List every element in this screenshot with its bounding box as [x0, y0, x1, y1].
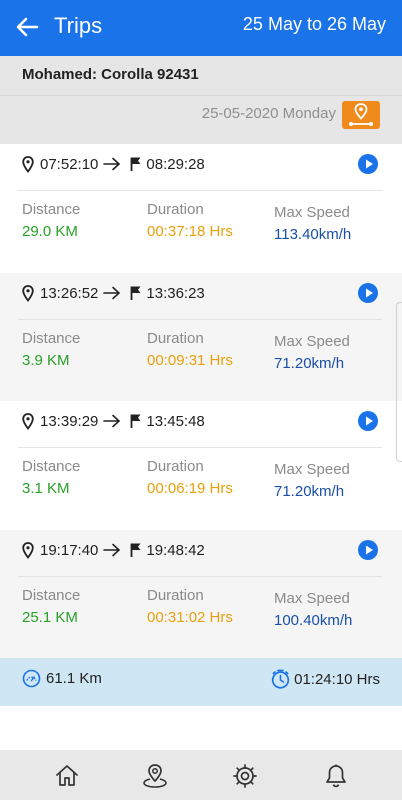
duration-stat: Duration 00:09:31 Hrs — [147, 330, 233, 369]
trip-start-time: 19:17:40 — [40, 541, 99, 559]
play-circle-icon[interactable] — [358, 540, 378, 560]
divider — [18, 319, 382, 320]
play-circle-icon[interactable] — [358, 411, 378, 431]
location-pin-icon — [22, 284, 34, 302]
arrow-right-icon — [103, 286, 121, 300]
play-circle-icon[interactable] — [358, 283, 378, 303]
play-circle-icon[interactable] — [358, 154, 378, 174]
flag-icon — [130, 157, 141, 171]
total-duration: 01:24:10 Hrs — [271, 669, 380, 689]
divider — [18, 447, 382, 448]
trip-card[interactable]: 13:39:29 13:45:48 Distance 3.1 KM Durati… — [0, 401, 402, 529]
distance-stat: Distance 25.1 KM — [22, 587, 80, 626]
trips-screen: Trips 25 May to 26 May Mohamed: Corolla … — [0, 0, 402, 800]
total-duration-value: 01:24:10 Hrs — [294, 670, 380, 688]
duration-label: Duration — [147, 330, 204, 347]
trip-times: 13:26:52 13:36:23 — [22, 283, 205, 303]
distance-label: Distance — [22, 201, 81, 218]
arrow-right-icon — [103, 157, 121, 171]
max-speed-value: 71.20km/h — [274, 483, 345, 500]
vehicle-label: Mohamed: Corolla 92431 — [22, 66, 199, 83]
distance-label: Distance — [22, 458, 81, 475]
arrow-right-icon — [103, 543, 121, 557]
day-date: 25-05-2020 Monday — [201, 105, 336, 122]
stopwatch-icon — [271, 669, 290, 689]
max-speed-value: 100.40km/h — [274, 612, 353, 629]
max-speed-value: 71.20km/h — [274, 355, 345, 372]
distance-value: 3.1 KM — [22, 480, 70, 497]
duration-stat: Duration 00:31:02 Hrs — [147, 587, 233, 626]
vehicle-bar: Mohamed: Corolla 92431 — [0, 56, 402, 96]
trip-card[interactable]: 07:52:10 08:29:28 Distance 29.0 KM Durat… — [0, 144, 402, 272]
trip-start-time: 13:39:29 — [40, 412, 99, 430]
location-pin-icon — [22, 155, 34, 173]
distance-stat: Distance 3.9 KM — [22, 330, 80, 369]
gear-icon[interactable] — [231, 762, 259, 790]
divider — [18, 576, 382, 577]
max-speed-label: Max Speed — [274, 204, 350, 221]
app-bar: Trips 25 May to 26 May — [0, 0, 402, 56]
max-speed-stat: Max Speed 100.40km/h — [274, 590, 352, 629]
page-title: Trips — [54, 13, 103, 38]
duration-label: Duration — [147, 587, 204, 604]
distance-value: 3.9 KM — [22, 352, 70, 369]
trip-times: 19:17:40 19:48:42 — [22, 540, 205, 560]
home-icon[interactable] — [53, 762, 81, 790]
total-distance-value: 61.1 Km — [46, 670, 102, 687]
distance-stat: Distance 3.1 KM — [22, 458, 80, 497]
duration-value: 00:31:02 Hrs — [147, 609, 233, 626]
trip-end-time: 08:29:28 — [146, 155, 205, 173]
location-pin-icon — [22, 412, 34, 430]
speedometer-icon — [22, 669, 41, 688]
divider — [18, 190, 382, 191]
distance-value: 25.1 KM — [22, 609, 78, 626]
trip-start-time: 07:52:10 — [40, 155, 99, 173]
distance-stat: Distance 29.0 KM — [22, 201, 80, 240]
trip-start-time: 13:26:52 — [40, 284, 99, 302]
bottom-navigation — [0, 750, 402, 800]
max-speed-label: Max Speed — [274, 590, 350, 607]
trip-card[interactable]: 19:17:40 19:48:42 Distance 25.1 KM Durat… — [0, 530, 402, 658]
trip-end-time: 13:36:23 — [146, 284, 205, 302]
scroll-edge-indicator — [396, 302, 402, 462]
flag-icon — [130, 286, 141, 300]
back-arrow-icon[interactable] — [14, 14, 40, 40]
bell-icon[interactable] — [322, 762, 350, 790]
duration-value: 00:09:31 Hrs — [147, 352, 233, 369]
map-pin-icon[interactable] — [141, 762, 169, 790]
route-icon — [349, 103, 373, 126]
distance-label: Distance — [22, 330, 81, 347]
max-speed-stat: Max Speed 113.40km/h — [274, 204, 351, 243]
distance-value: 29.0 KM — [22, 223, 78, 240]
trip-end-time: 13:45:48 — [146, 412, 205, 430]
duration-label: Duration — [147, 201, 204, 218]
day-header: 25-05-2020 Monday — [0, 96, 402, 144]
date-range[interactable]: 25 May to 26 May — [243, 14, 386, 35]
trips-summary: 61.1 Km 01:24:10 Hrs — [0, 658, 402, 706]
duration-value: 00:37:18 Hrs — [147, 223, 233, 240]
duration-stat: Duration 00:06:19 Hrs — [147, 458, 233, 497]
duration-stat: Duration 00:37:18 Hrs — [147, 201, 233, 240]
total-distance: 61.1 Km — [22, 669, 102, 688]
duration-label: Duration — [147, 458, 204, 475]
trip-times: 07:52:10 08:29:28 — [22, 154, 205, 174]
duration-value: 00:06:19 Hrs — [147, 480, 233, 497]
arrow-right-icon — [103, 414, 121, 428]
max-speed-stat: Max Speed 71.20km/h — [274, 333, 350, 372]
max-speed-value: 113.40km/h — [274, 226, 352, 243]
max-speed-label: Max Speed — [274, 333, 350, 350]
max-speed-stat: Max Speed 71.20km/h — [274, 461, 350, 500]
flag-icon — [130, 414, 141, 428]
route-map-button[interactable] — [342, 101, 380, 129]
location-pin-icon — [22, 541, 34, 559]
distance-label: Distance — [22, 587, 81, 604]
flag-icon — [130, 543, 141, 557]
max-speed-label: Max Speed — [274, 461, 350, 478]
trip-times: 13:39:29 13:45:48 — [22, 411, 205, 431]
trip-end-time: 19:48:42 — [146, 541, 205, 559]
trip-card[interactable]: 13:26:52 13:36:23 Distance 3.9 KM Durati… — [0, 273, 402, 401]
